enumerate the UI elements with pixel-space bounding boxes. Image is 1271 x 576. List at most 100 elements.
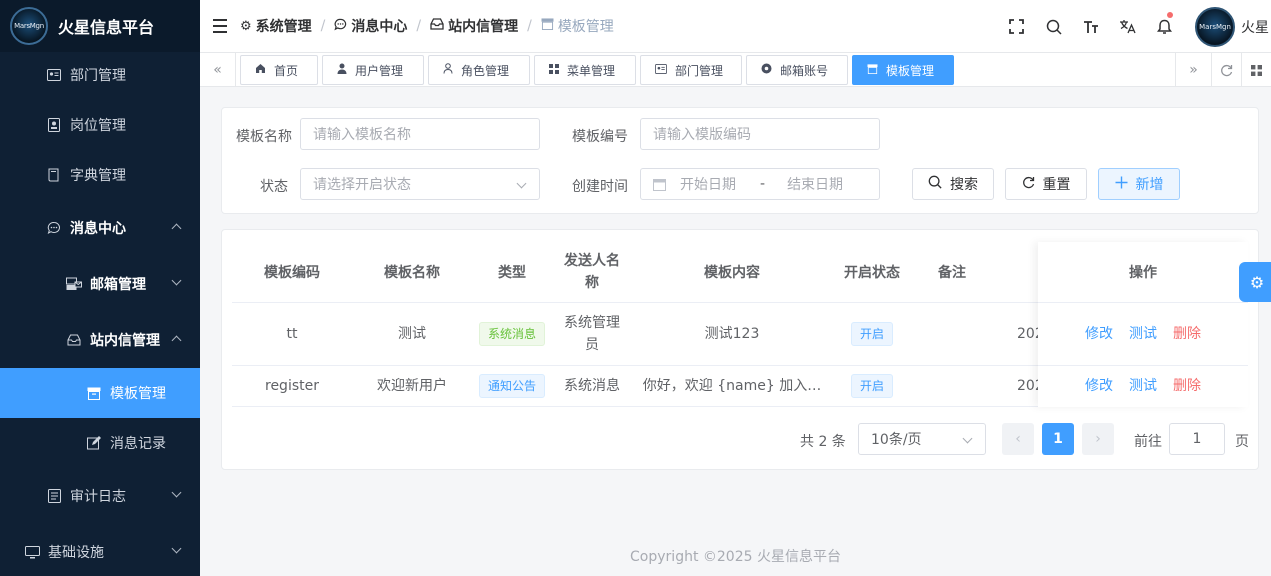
page-size-select[interactable]: 10条/页 bbox=[858, 423, 986, 455]
tab-home[interactable]: 首页 bbox=[240, 55, 318, 85]
sidebar-item-label: 审计日志 bbox=[70, 489, 126, 505]
translate-icon[interactable] bbox=[1109, 0, 1146, 53]
chevron-up-icon bbox=[171, 335, 182, 346]
sidebar-item-label: 邮箱管理 bbox=[90, 277, 146, 293]
tab-role[interactable]: 角色管理 bbox=[428, 55, 530, 85]
template-icon bbox=[541, 18, 554, 34]
username[interactable]: 火星 bbox=[1241, 17, 1271, 37]
type-badge: 系统消息 bbox=[478, 322, 545, 346]
fullscreen-icon[interactable] bbox=[998, 0, 1035, 53]
sidebar-item-infra[interactable]: 基础设施 bbox=[0, 527, 200, 576]
next-page-button[interactable]: › bbox=[1082, 423, 1114, 455]
scroll-left-icon[interactable]: « bbox=[200, 53, 236, 87]
tab-menu[interactable]: 菜单管理 bbox=[534, 55, 636, 85]
tab-user[interactable]: 用户管理 bbox=[322, 55, 424, 85]
test-link[interactable]: 测试 bbox=[1129, 323, 1157, 345]
font-size-icon[interactable] bbox=[1072, 0, 1109, 53]
app-title: 火星信息平台 bbox=[58, 18, 155, 37]
sidebar-item-site-message[interactable]: 站内信管理 bbox=[0, 315, 200, 365]
cell-status: 开启 bbox=[832, 366, 912, 406]
sidebar-item-message-center[interactable]: 消息中心 bbox=[0, 203, 200, 253]
end-date-input[interactable]: 结束日期 bbox=[787, 174, 843, 194]
breadcrumb-label: 站内信管理 bbox=[448, 19, 519, 35]
template-icon bbox=[867, 63, 878, 77]
button-label: 新增 bbox=[1135, 177, 1164, 193]
id-card-icon bbox=[46, 67, 62, 83]
goto-page-input[interactable]: 1 bbox=[1169, 423, 1225, 455]
tab-mail-account[interactable]: 邮箱账号 bbox=[746, 55, 848, 85]
cell-code: tt bbox=[286, 326, 298, 342]
delete-link[interactable]: 删除 bbox=[1173, 375, 1201, 397]
search-icon[interactable] bbox=[1035, 0, 1072, 53]
tab-dept[interactable]: 部门管理 bbox=[640, 55, 742, 85]
page-unit-label: 页 bbox=[1235, 434, 1249, 450]
template-code-input[interactable]: 请输入模版编码 bbox=[640, 118, 880, 150]
bell-icon[interactable] bbox=[1146, 0, 1183, 53]
pagination-total: 共 2 条 bbox=[800, 434, 846, 450]
table-card: 模板编码 模板名称 类型 发送人名称 模板内容 开启状态 备注 tt 测试 系统… bbox=[221, 229, 1259, 470]
user-icon bbox=[337, 63, 347, 77]
sidebar-item-dict[interactable]: 字典管理 bbox=[0, 150, 200, 200]
date-range-picker[interactable]: 开始日期 - 结束日期 bbox=[640, 168, 880, 200]
sidebar-item-label: 消息记录 bbox=[110, 436, 166, 452]
page-number-active[interactable]: 1 bbox=[1042, 423, 1074, 455]
reset-button[interactable]: 重置 bbox=[1005, 168, 1087, 200]
monitor-icon bbox=[24, 544, 40, 560]
page-size-value: 10条/页 bbox=[871, 432, 922, 448]
row-actions: 修改 测试 删除 bbox=[1038, 303, 1248, 365]
breadcrumb-separator: / bbox=[320, 18, 326, 34]
start-date-input[interactable]: 开始日期 bbox=[680, 174, 736, 194]
column-header: 操作 bbox=[1129, 265, 1157, 281]
sidebar: MarsMgn 火星信息平台 部门管理 岗位管理 字典管理 消息中心 邮箱管理 bbox=[0, 0, 200, 576]
cell-status: 开启 bbox=[832, 303, 912, 365]
prev-page-button[interactable]: ‹ bbox=[1002, 423, 1034, 455]
chat-icon bbox=[334, 18, 347, 35]
app-logo: MarsMgn bbox=[10, 7, 48, 45]
template-name-label: 模板名称 bbox=[236, 129, 292, 145]
scroll-right-icon[interactable]: » bbox=[1175, 53, 1211, 87]
sidebar-item-template[interactable]: 模板管理 bbox=[0, 368, 200, 418]
edit-icon bbox=[86, 435, 102, 451]
breadcrumb: ⚙ 系统管理 / 消息中心 / 站内信管理 / 模板管理 bbox=[240, 16, 614, 36]
tab-label: 角色管理 bbox=[461, 63, 510, 78]
delete-link[interactable]: 删除 bbox=[1173, 323, 1201, 345]
sidebar-item-audit-log[interactable]: 审计日志 bbox=[0, 471, 200, 521]
tab-label: 邮箱账号 bbox=[780, 63, 829, 78]
row-actions: 修改 测试 删除 bbox=[1038, 366, 1248, 406]
brand[interactable]: MarsMgn 火星信息平台 bbox=[0, 0, 200, 52]
gear-icon: ⚙ bbox=[1249, 272, 1265, 292]
column-header: 类型 bbox=[498, 265, 526, 281]
edit-link[interactable]: 修改 bbox=[1085, 323, 1113, 345]
refresh-icon bbox=[1022, 176, 1035, 193]
sidebar-item-post[interactable]: 岗位管理 bbox=[0, 100, 200, 150]
breadcrumb-item[interactable]: 消息中心 bbox=[334, 16, 407, 36]
inbox-icon bbox=[66, 332, 82, 348]
cell-content: 你好，欢迎 {name} 加入… bbox=[642, 378, 822, 394]
cell-sender: 系统消息 bbox=[564, 378, 620, 394]
breadcrumb-item[interactable]: 站内信管理 bbox=[430, 16, 518, 36]
refresh-icon[interactable] bbox=[1211, 53, 1241, 87]
settings-button[interactable]: ⚙ bbox=[1239, 262, 1271, 302]
edit-link[interactable]: 修改 bbox=[1085, 375, 1113, 397]
breadcrumb-item[interactable]: ⚙ 系统管理 bbox=[240, 16, 312, 36]
log-icon bbox=[46, 488, 62, 504]
tab-template[interactable]: 模板管理 bbox=[852, 55, 954, 85]
breadcrumb-separator: / bbox=[527, 18, 532, 34]
search-button[interactable]: 搜索 bbox=[912, 168, 994, 200]
chevron-down-icon bbox=[516, 178, 527, 189]
avatar[interactable]: MarsMgn bbox=[1195, 6, 1235, 47]
template-name-input[interactable]: 请输入模板名称 bbox=[300, 118, 540, 150]
sidebar-item-message-log[interactable]: 消息记录 bbox=[0, 418, 200, 468]
hamburger-icon[interactable] bbox=[200, 0, 240, 53]
sidebar-item-label: 模板管理 bbox=[110, 386, 166, 402]
chevron-down-icon bbox=[171, 543, 182, 554]
add-button[interactable]: 新增 bbox=[1098, 168, 1180, 200]
sidebar-item-dept[interactable]: 部门管理 bbox=[0, 50, 200, 100]
sidebar-item-mail[interactable]: 邮箱管理 bbox=[0, 259, 200, 309]
search-icon bbox=[928, 175, 942, 193]
status-select[interactable]: 请选择开启状态 bbox=[300, 168, 540, 200]
grid-menu-icon[interactable] bbox=[1241, 53, 1271, 87]
type-badge: 通知公告 bbox=[478, 374, 545, 398]
breadcrumb-label: 系统管理 bbox=[255, 19, 312, 35]
test-link[interactable]: 测试 bbox=[1129, 375, 1157, 397]
